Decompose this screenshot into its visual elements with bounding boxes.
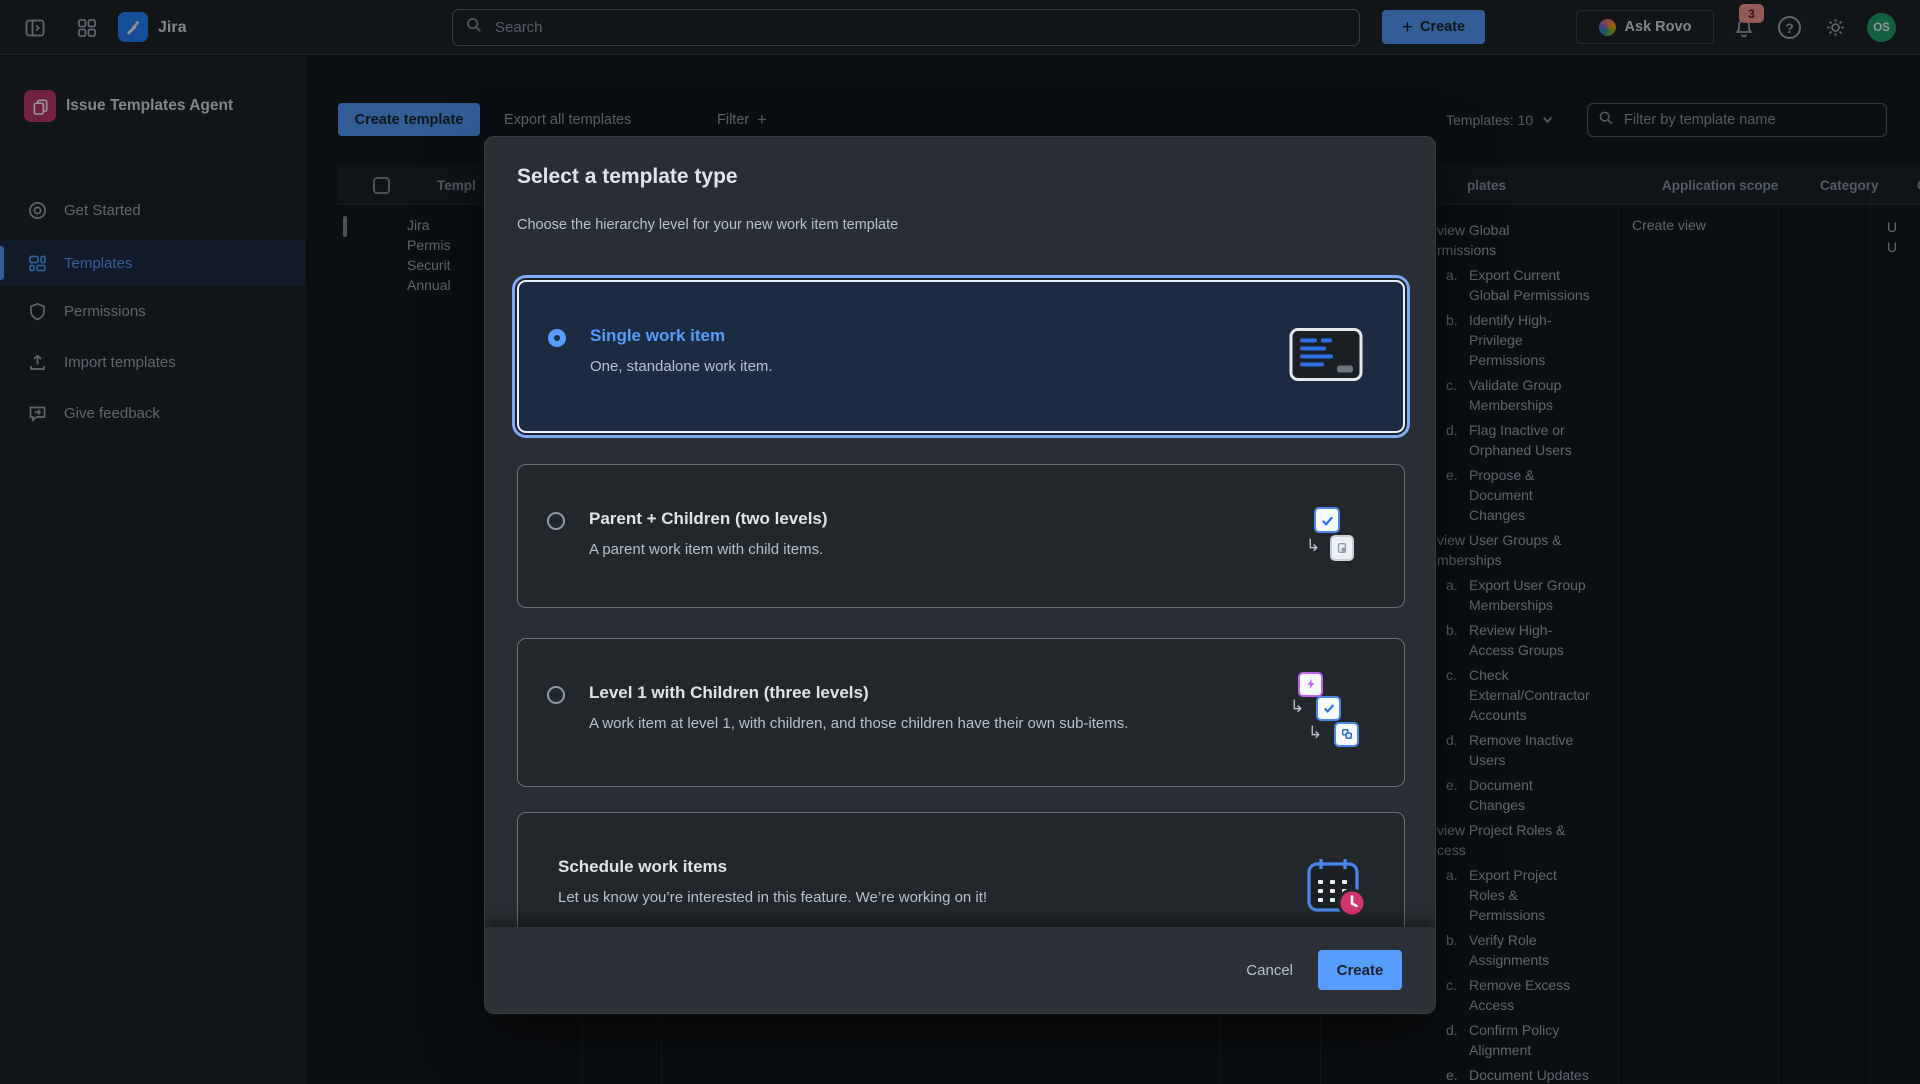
dialog-title: Select a template type [517,165,738,189]
radio-unselected[interactable] [547,686,565,704]
app-window: Jira + Create Ask Rovo 3 ? [0,0,1920,1084]
cancel-button[interactable]: Cancel [1240,951,1299,989]
option-level1-children[interactable]: Level 1 with Children (three levels) A w… [517,638,1405,787]
task-checkbox-icon [1316,696,1341,721]
epic-bolt-icon [1298,672,1323,697]
schedule-calendar-icon [1304,855,1368,919]
parent-children-icon: ↳ [1306,507,1364,565]
task-checkbox-icon [1314,507,1340,533]
dialog-subtitle: Choose the hierarchy level for your new … [517,217,898,233]
subtask-icon [1334,722,1359,747]
three-level-hierarchy-icon: ↳ ↳ [1290,672,1364,754]
select-template-type-dialog: Select a template type Choose the hierar… [484,136,1436,1014]
single-work-item-icon [1289,327,1363,386]
child-arrow-icon: ↳ [1308,724,1322,741]
option-single-work-item[interactable]: Single work item One, standalone work it… [517,280,1405,433]
radio-selected[interactable] [548,329,566,347]
dialog-footer: Cancel Create [485,927,1435,1013]
radio-unselected[interactable] [547,512,565,530]
child-arrow-icon: ↳ [1290,698,1304,715]
child-arrow-icon: ↳ [1306,537,1320,554]
option-parent-children[interactable]: Parent + Children (two levels) A parent … [517,464,1405,608]
create-button[interactable]: Create [1318,950,1402,990]
child-page-icon [1330,535,1354,561]
